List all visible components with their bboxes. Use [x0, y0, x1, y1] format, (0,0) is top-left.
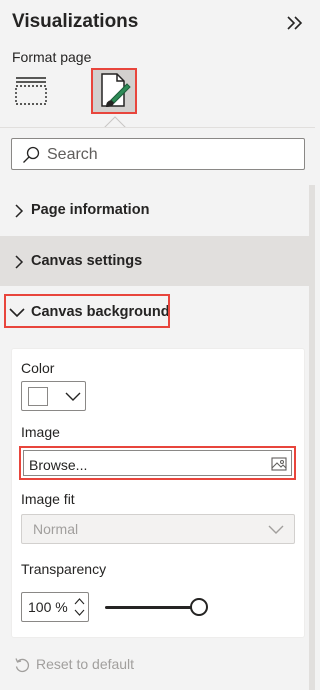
collapse-pane-icon[interactable]: [284, 12, 306, 34]
format-page-subtitle: Format page: [12, 49, 92, 65]
chevron-down-icon: [268, 525, 284, 534]
transparency-spinner[interactable]: 100 %: [21, 592, 89, 622]
image-input[interactable]: Browse...: [23, 450, 292, 476]
scrollbar-track[interactable]: [309, 185, 315, 690]
reset-icon: [15, 658, 30, 673]
format-page-tab[interactable]: [91, 68, 137, 114]
image-fit-label: Image fit: [21, 491, 75, 507]
image-browse-text: Browse...: [29, 457, 88, 473]
search-icon: [23, 146, 40, 163]
section-canvas-settings[interactable]: Canvas settings: [0, 236, 309, 286]
color-swatch: [28, 387, 48, 406]
format-visual-icon[interactable]: [14, 74, 48, 108]
image-fit-dropdown[interactable]: Normal: [21, 514, 295, 544]
highlight-box: [4, 294, 170, 328]
transparency-slider-thumb[interactable]: [190, 598, 208, 616]
reset-label: Reset to default: [36, 656, 135, 672]
search-input[interactable]: Search: [11, 138, 305, 170]
search-placeholder: Search: [47, 146, 98, 163]
section-label: Page information: [31, 202, 150, 218]
transparency-label: Transparency: [21, 561, 107, 577]
color-label: Color: [21, 360, 55, 376]
transparency-slider-track[interactable]: [105, 606, 197, 609]
image-fit-value: Normal: [33, 521, 79, 537]
chevron-down-icon: [65, 392, 81, 401]
chevron-right-icon: [15, 204, 24, 218]
chevron-right-icon: [15, 255, 24, 269]
image-browse-field[interactable]: Browse...: [19, 446, 296, 480]
tab-divider: [0, 127, 315, 128]
transparency-value: 100 %: [28, 599, 68, 615]
pane-header: Visualizations Format page: [0, 0, 315, 128]
pane-title: Visualizations: [12, 11, 139, 32]
section-label: Canvas settings: [31, 253, 143, 269]
format-page-brush-icon: [101, 73, 131, 107]
section-page-information[interactable]: Page information: [0, 185, 309, 235]
image-label: Image: [21, 424, 60, 440]
image-icon: [271, 457, 287, 471]
spinner-arrows-icon[interactable]: [74, 596, 85, 618]
color-picker[interactable]: [21, 381, 86, 411]
